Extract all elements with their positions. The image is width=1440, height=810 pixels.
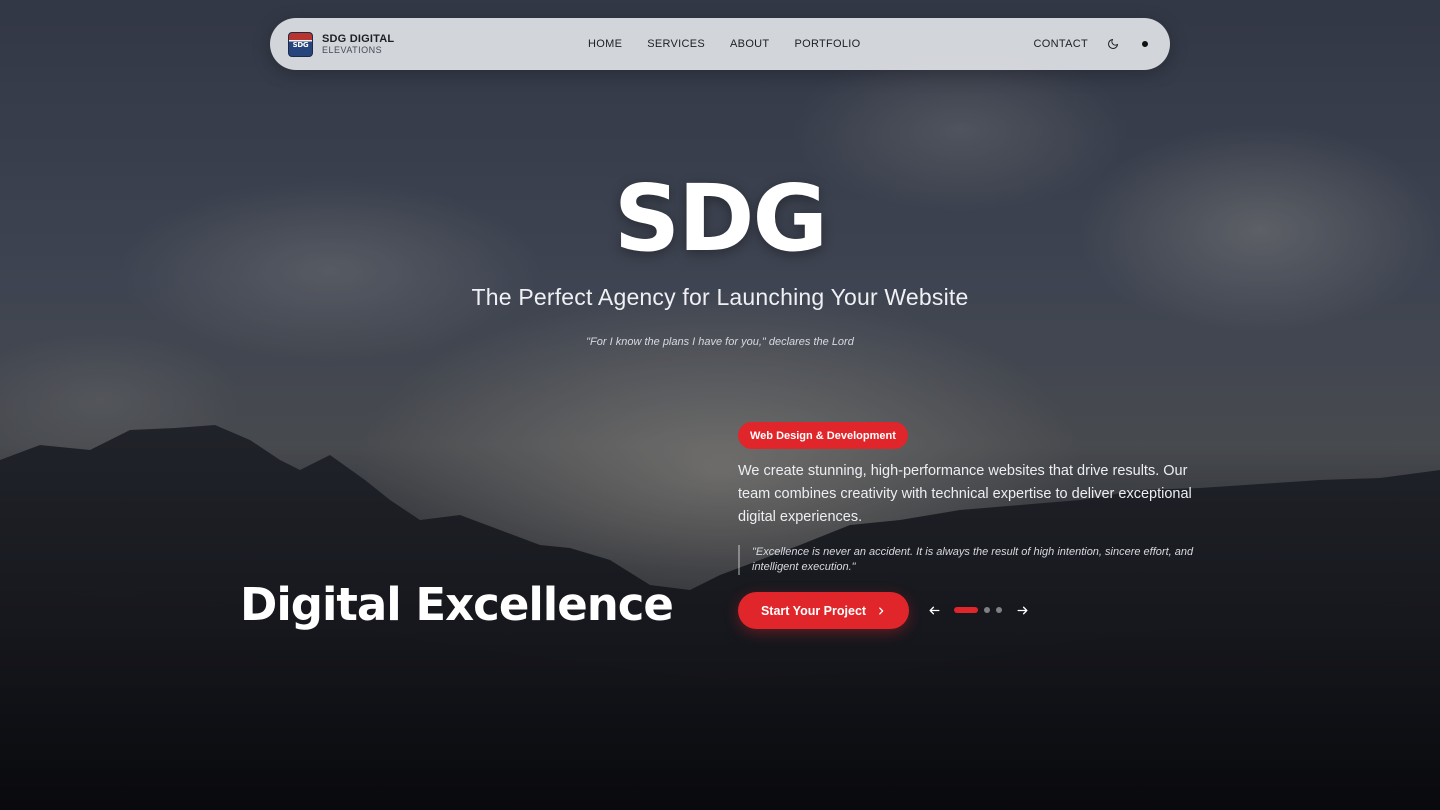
- start-project-button[interactable]: Start Your Project: [738, 592, 909, 629]
- navbar: SDG SDG DIGITAL ELEVATIONS HOME SERVICES…: [270, 18, 1170, 70]
- brand-text: SDG DIGITAL ELEVATIONS: [322, 33, 394, 56]
- hero-title: SDG: [613, 165, 828, 272]
- nav-link-portfolio[interactable]: PORTFOLIO: [794, 38, 860, 50]
- moon-icon[interactable]: [1106, 37, 1120, 51]
- service-quote: "Excellence is never an accident. It is …: [738, 545, 1198, 575]
- nav-link-services[interactable]: SERVICES: [647, 38, 705, 50]
- nav-link-about[interactable]: ABOUT: [730, 38, 769, 50]
- nav-link-contact[interactable]: CONTACT: [1034, 38, 1088, 50]
- brand-logo: SDG: [288, 31, 313, 57]
- hero-tagline: The Perfect Agency for Launching Your We…: [471, 284, 969, 310]
- hero-verse: "For I know the plans I have for you," d…: [586, 336, 854, 348]
- arrow-left-icon[interactable]: [926, 602, 942, 618]
- brand-subtitle: ELEVATIONS: [322, 44, 383, 55]
- dot-icon[interactable]: [1138, 37, 1152, 51]
- chevron-right-icon: [879, 606, 884, 615]
- nav-right: CONTACT: [1034, 37, 1152, 51]
- carousel-controls: [926, 600, 1030, 620]
- nav-links: HOME SERVICES ABOUT PORTFOLIO: [588, 38, 861, 50]
- arrow-right-icon[interactable]: [1014, 602, 1030, 618]
- slide-heading: Digital Excellence: [240, 578, 674, 631]
- carousel-dot-2[interactable]: [984, 607, 990, 613]
- start-project-label: Start Your Project: [760, 603, 867, 618]
- service-badge: Web Design & Development: [738, 422, 908, 449]
- hero-background: [0, 0, 1440, 810]
- nav-link-home[interactable]: HOME: [588, 38, 622, 50]
- carousel-dot-3[interactable]: [996, 607, 1002, 613]
- carousel-dot-1[interactable]: [954, 607, 978, 613]
- service-description: We create stunning, high-performance web…: [738, 463, 1192, 525]
- brand-name: SDG DIGITAL: [322, 32, 395, 45]
- carousel-dots: [954, 607, 1002, 613]
- brand[interactable]: SDG SDG DIGITAL ELEVATIONS: [288, 31, 588, 57]
